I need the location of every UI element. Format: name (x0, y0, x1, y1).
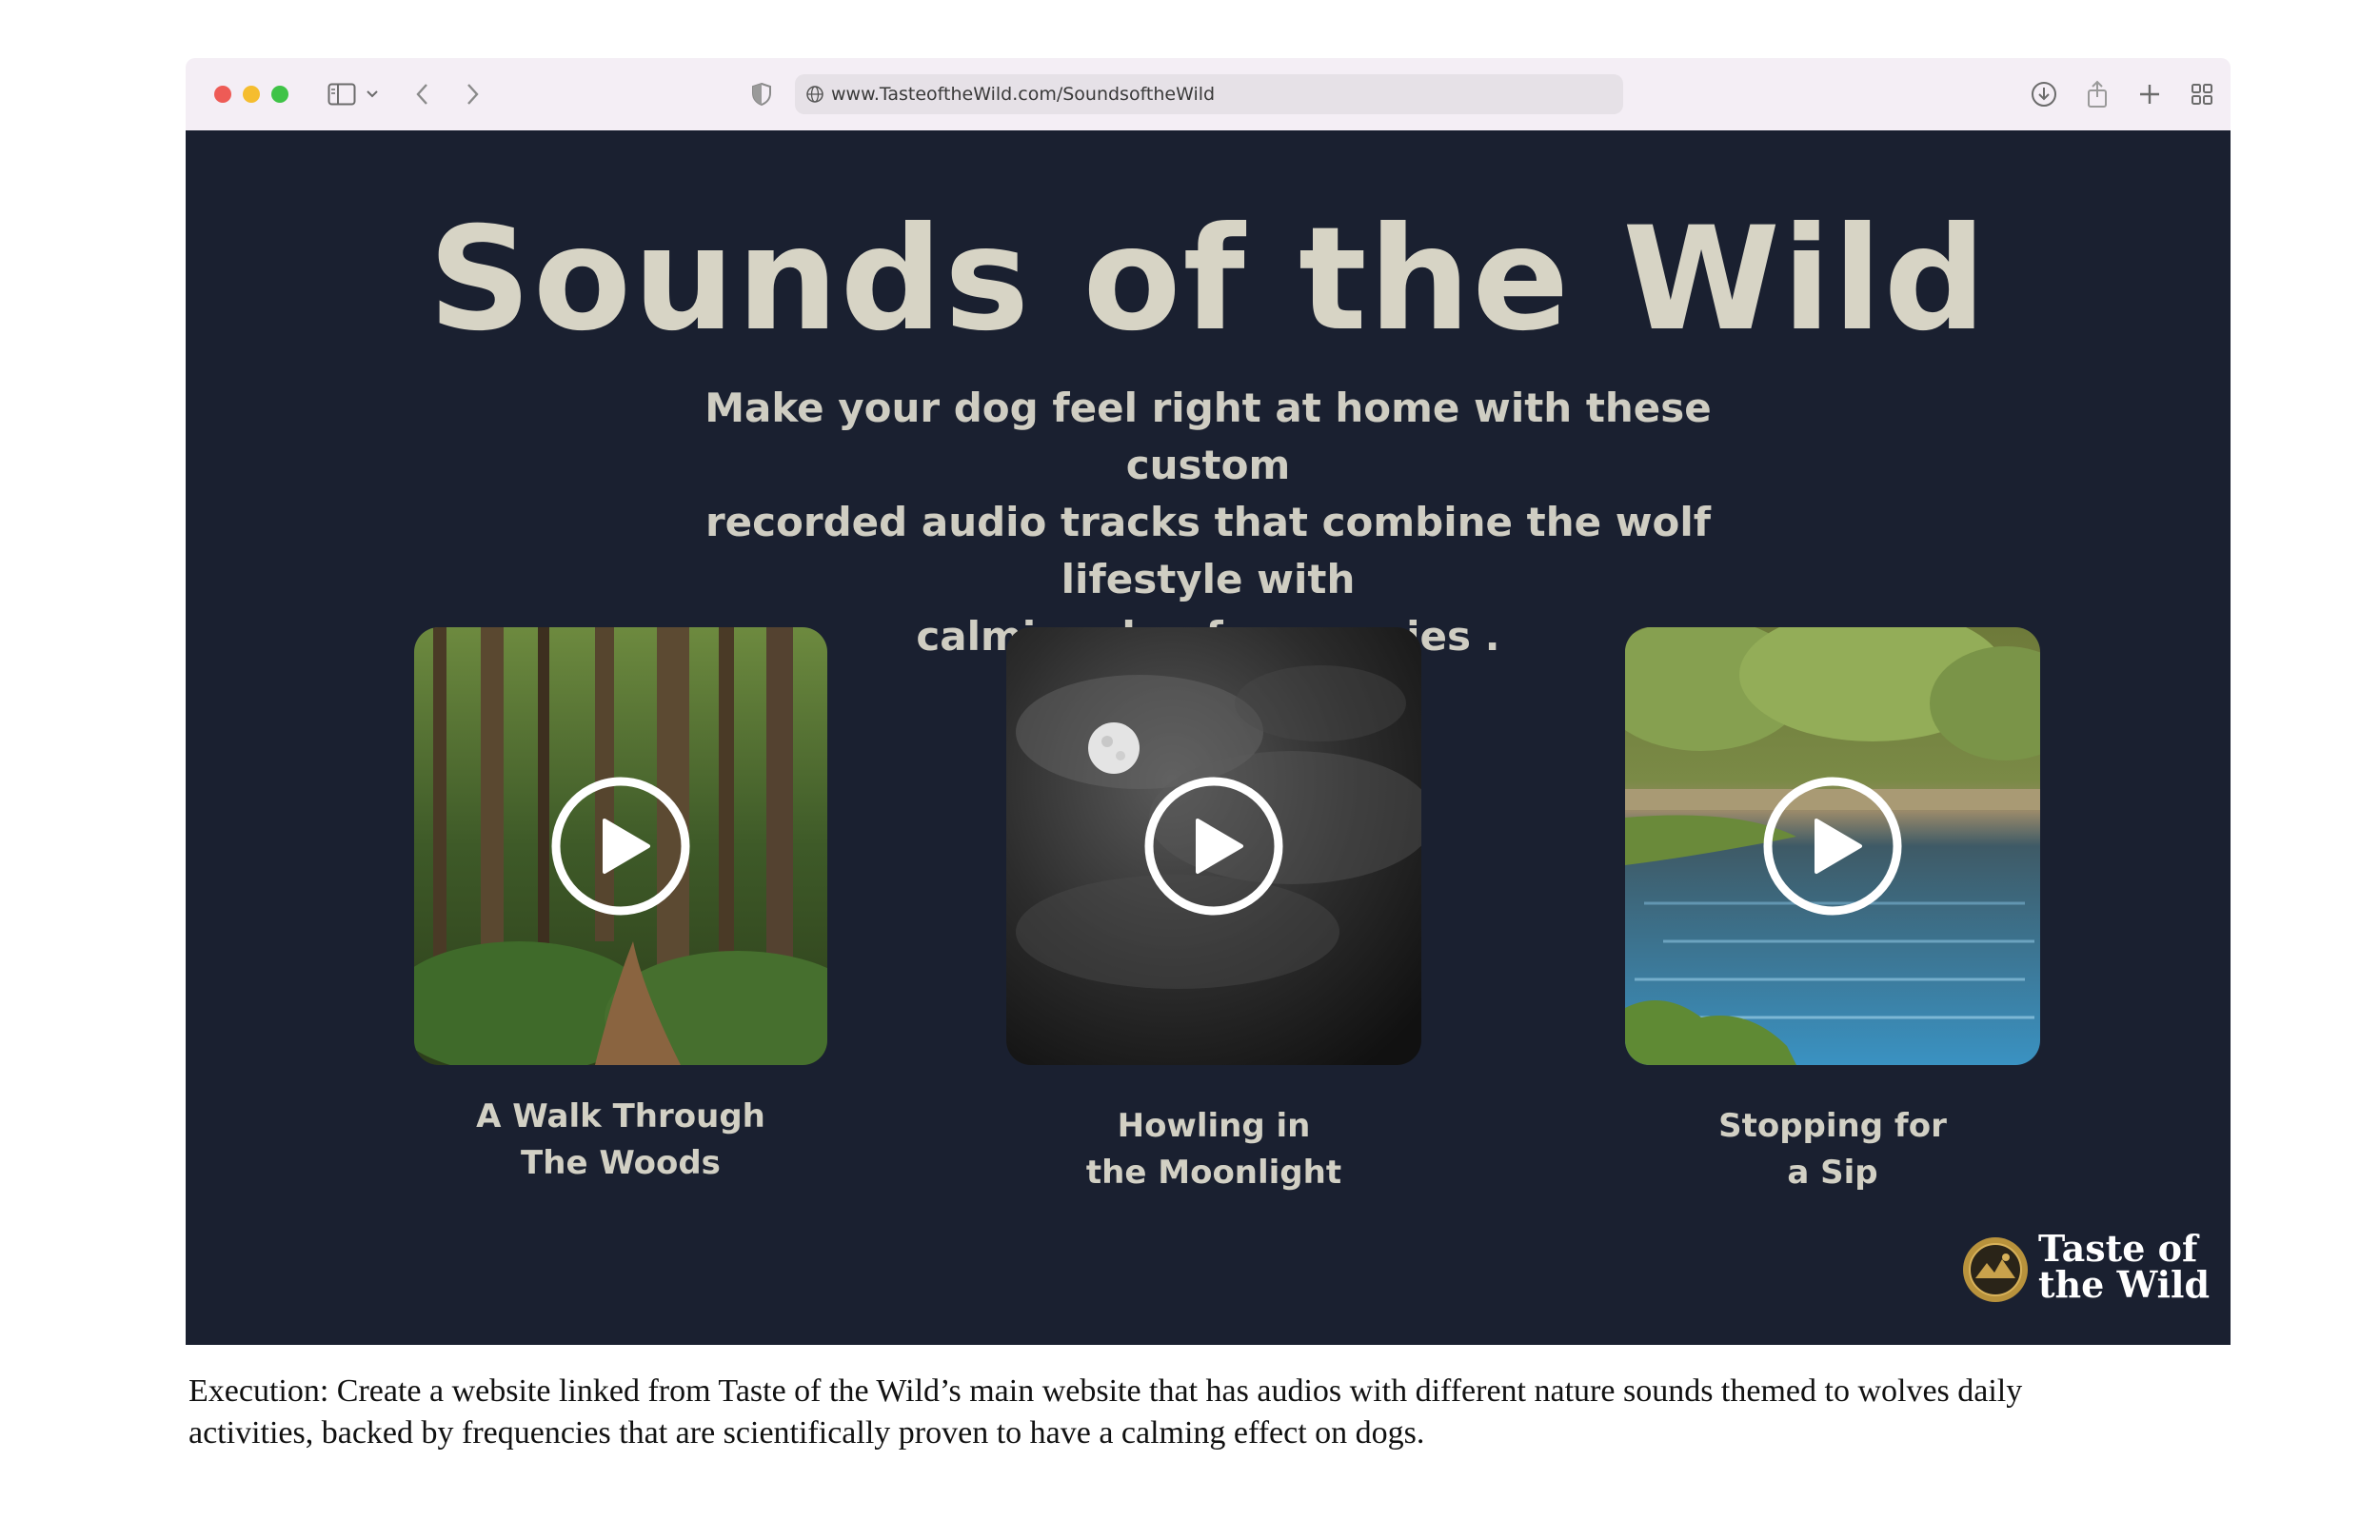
address-url: www.TasteoftheWild.com/SoundsoftheWild (831, 84, 1216, 105)
play-icon[interactable] (1142, 775, 1285, 918)
brand-logo[interactable]: Taste of the Wild (1962, 1231, 2219, 1313)
track-label-line: a Sip (1787, 1154, 1878, 1192)
forward-icon[interactable] (462, 77, 485, 111)
track-moon-label[interactable]: Howling in the Moonlight (1006, 1103, 1421, 1196)
sidebar-icon[interactable] (325, 77, 359, 111)
track-moon-image[interactable] (1006, 627, 1421, 1065)
minimize-window-button[interactable] (243, 86, 260, 103)
track-forest-label[interactable]: A Walk Through The Woods (414, 1094, 827, 1187)
play-icon[interactable] (1761, 775, 1904, 918)
caption-line: Execution: Create a website linked from … (188, 1373, 2023, 1409)
seal-icon (1963, 1237, 2028, 1302)
track-label-line: The Woods (521, 1144, 721, 1182)
page-subtitle: Make your dog feel right at home with th… (624, 380, 1793, 665)
track-lake-label[interactable]: Stopping for a Sip (1625, 1103, 2040, 1196)
new-tab-icon[interactable] (2135, 77, 2164, 111)
back-icon[interactable] (410, 77, 433, 111)
page-title: Sounds of the Wild (427, 197, 1989, 363)
browser-toolbar: www.TasteoftheWild.com/SoundsoftheWild (186, 58, 2231, 130)
track-label-line: Stopping for (1718, 1107, 1947, 1145)
subtitle-line: Make your dog feel right at home with th… (704, 385, 1712, 488)
track-label-line: the Moonlight (1085, 1154, 1342, 1192)
brand-name: Taste of the Wild (2038, 1231, 2229, 1303)
track-lake-image[interactable] (1625, 627, 2040, 1065)
close-window-button[interactable] (214, 86, 231, 103)
chevron-down-icon[interactable] (363, 77, 382, 111)
brand-line: the Wild (2038, 1263, 2211, 1306)
share-icon[interactable] (2083, 77, 2112, 111)
browser-window: www.TasteoftheWild.com/SoundsoftheWild S… (186, 58, 2231, 1345)
track-label-line: A Walk Through (476, 1097, 765, 1135)
address-bar[interactable]: www.TasteoftheWild.com/SoundsoftheWild (795, 74, 1623, 114)
caption-line: activities, backed by frequencies that a… (188, 1415, 1425, 1451)
shield-icon[interactable] (749, 77, 774, 111)
globe-icon (806, 86, 823, 103)
track-forest-image[interactable] (414, 627, 827, 1065)
track-label-line: Howling in (1117, 1107, 1311, 1145)
tab-overview-icon[interactable] (2188, 77, 2216, 111)
subtitle-line: recorded audio tracks that combine the w… (704, 499, 1712, 602)
page-content: Sounds of the Wild Make your dog feel ri… (186, 130, 2231, 1345)
brand-line: Taste of (2038, 1227, 2198, 1270)
execution-caption: Execution: Create a website linked from … (188, 1371, 2226, 1454)
download-icon[interactable] (2030, 77, 2058, 111)
play-icon[interactable] (549, 775, 692, 918)
zoom-window-button[interactable] (271, 86, 288, 103)
